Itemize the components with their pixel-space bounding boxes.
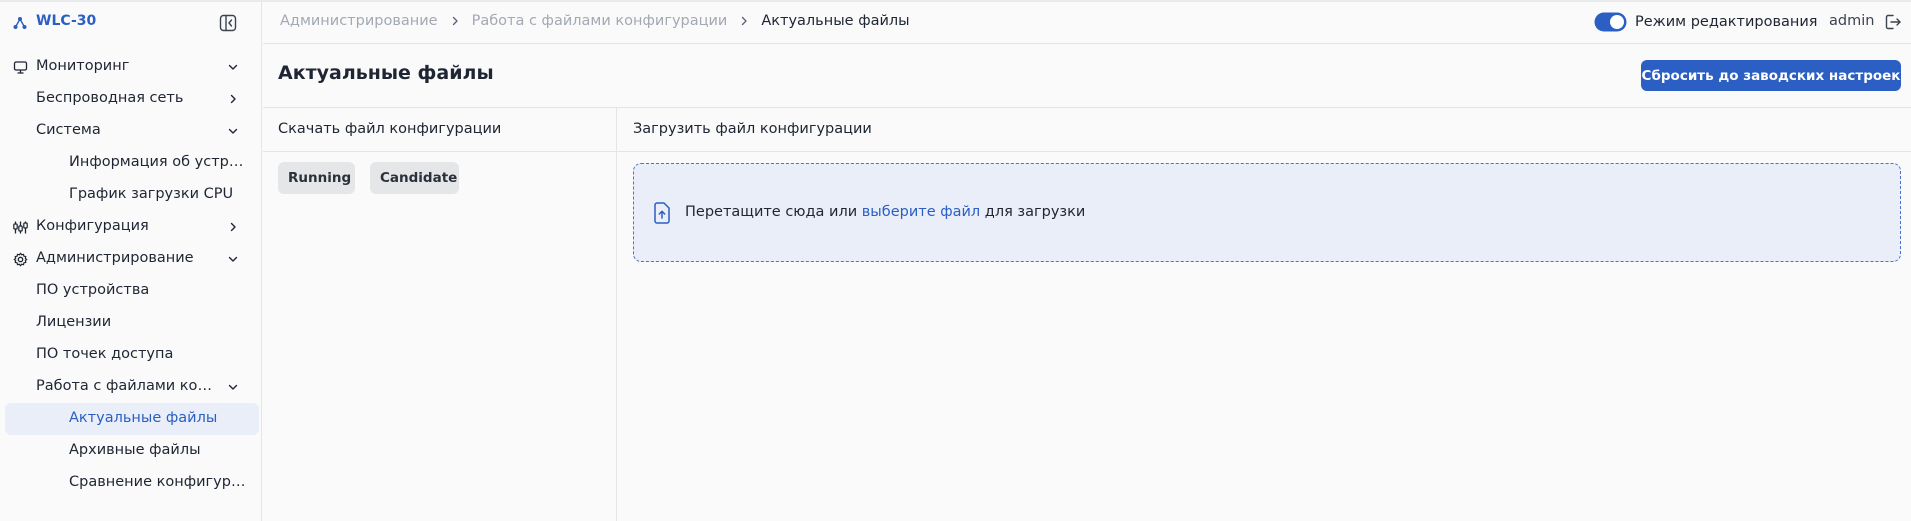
sidebar-item-monitoring[interactable]: Мониторинг: [5, 51, 259, 83]
chevron-down-icon: [228, 64, 238, 70]
sidebar-item-archive-files[interactable]: Архивные файлы: [5, 435, 259, 467]
breadcrumb-item-config-files[interactable]: Работа с файлами конфигурации: [472, 13, 728, 29]
collapse-sidebar-icon[interactable]: [218, 13, 238, 33]
page-title: Актуальные файлы: [278, 62, 494, 84]
sidebar-item-label: Архивные файлы: [69, 442, 201, 458]
gear-icon: [13, 252, 28, 267]
breadcrumb-item-administration[interactable]: Администрирование: [280, 13, 438, 29]
sidebar-item-label: Беспроводная сеть: [36, 90, 184, 106]
sidebar-item-label: Информация об устройс...: [69, 154, 252, 170]
brand: WLC-30: [0, 0, 262, 46]
sidebar-item-label: ПО точек доступа: [36, 346, 174, 362]
sliders-icon: [13, 221, 28, 234]
sidebar-item-administration[interactable]: Администрирование: [5, 243, 259, 275]
breadcrumb: Администрирование Работа с файлами конфи…: [280, 13, 910, 29]
username: admin: [1829, 13, 1875, 29]
chevron-right-icon: [230, 222, 236, 232]
sidebar-item-label: Актуальные файлы: [69, 410, 218, 426]
app-window: WLC-30 Мониторинг Беспроводная сеть Сист…: [0, 0, 1911, 521]
dropzone-text-before: Перетащите сюда или: [685, 204, 862, 220]
sidebar-item-config-files[interactable]: Работа с файлами конф...: [5, 371, 259, 403]
chevron-down-icon: [228, 384, 238, 390]
sidebar-item-label: Работа с файлами конф...: [36, 378, 216, 394]
file-upload-icon: [654, 202, 670, 224]
chevron-right-icon: [742, 16, 747, 26]
monitor-icon: [13, 61, 28, 74]
upload-dropzone[interactable]: Перетащите сюда или выберите файл для за…: [633, 163, 1901, 262]
topbar: Администрирование Работа с файлами конфи…: [0, 0, 1911, 44]
download-candidate-button[interactable]: Candidate: [370, 162, 459, 194]
logo-icon: [13, 17, 27, 29]
breadcrumb-item-current: Актуальные файлы: [761, 13, 910, 29]
sidebar-item-label: Система: [36, 122, 101, 138]
sidebar-item-label: ПО устройства: [36, 282, 150, 298]
download-running-button[interactable]: Running: [278, 162, 355, 194]
factory-reset-button[interactable]: Сбросить до заводских настроек: [1641, 60, 1901, 91]
dropzone-text: Перетащите сюда или выберите файл для за…: [685, 204, 1085, 220]
sidebar-item-licenses[interactable]: Лицензии: [5, 307, 259, 339]
chevron-right-icon: [230, 94, 236, 104]
brand-name: WLC-30: [36, 13, 97, 29]
sidebar-item-label: Сравнение конфигураций: [69, 474, 252, 490]
sidebar-item-current-files[interactable]: Актуальные файлы: [5, 403, 259, 435]
sidebar-item-system[interactable]: Система: [5, 115, 259, 147]
dropzone-text-after: для загрузки: [980, 204, 1086, 220]
edit-mode-label: Режим редактирования: [1635, 14, 1818, 30]
logout-icon[interactable]: [1884, 13, 1902, 31]
download-panel-title: Скачать файл конфигурации: [278, 121, 502, 137]
sidebar-item-config-compare[interactable]: Сравнение конфигураций: [5, 467, 259, 499]
choose-file-link[interactable]: выберите файл: [862, 204, 980, 220]
sidebar-item-device-software[interactable]: ПО устройства: [5, 275, 259, 307]
sidebar-item-label: Мониторинг: [36, 58, 130, 74]
sidebar-nav: Мониторинг Беспроводная сеть Система Инф…: [0, 51, 262, 499]
sidebar-item-label: Конфигурация: [36, 218, 149, 234]
edit-mode-toggle[interactable]: [1594, 12, 1627, 32]
sidebar-item-label: Лицензии: [36, 314, 112, 330]
sidebar-item-wireless[interactable]: Беспроводная сеть: [5, 83, 259, 115]
chevron-right-icon: [452, 16, 458, 26]
divider: [263, 151, 1911, 152]
sidebar-item-label: Администрирование: [36, 250, 194, 266]
sidebar-item-ap-software[interactable]: ПО точек доступа: [5, 339, 259, 371]
chevron-down-icon: [228, 256, 238, 262]
chevron-down-icon: [228, 128, 238, 134]
sidebar: WLC-30 Мониторинг Беспроводная сеть Сист…: [0, 0, 262, 521]
sidebar-item-device-info[interactable]: Информация об устройс...: [5, 147, 259, 179]
upload-panel-title: Загрузить файл конфигурации: [633, 121, 872, 137]
sidebar-item-configuration[interactable]: Конфигурация: [5, 211, 259, 243]
sidebar-item-cpu-graph[interactable]: График загрузки CPU: [5, 179, 259, 211]
panel-divider: [616, 108, 617, 521]
divider: [263, 107, 1911, 108]
sidebar-item-label: График загрузки CPU: [69, 186, 234, 202]
